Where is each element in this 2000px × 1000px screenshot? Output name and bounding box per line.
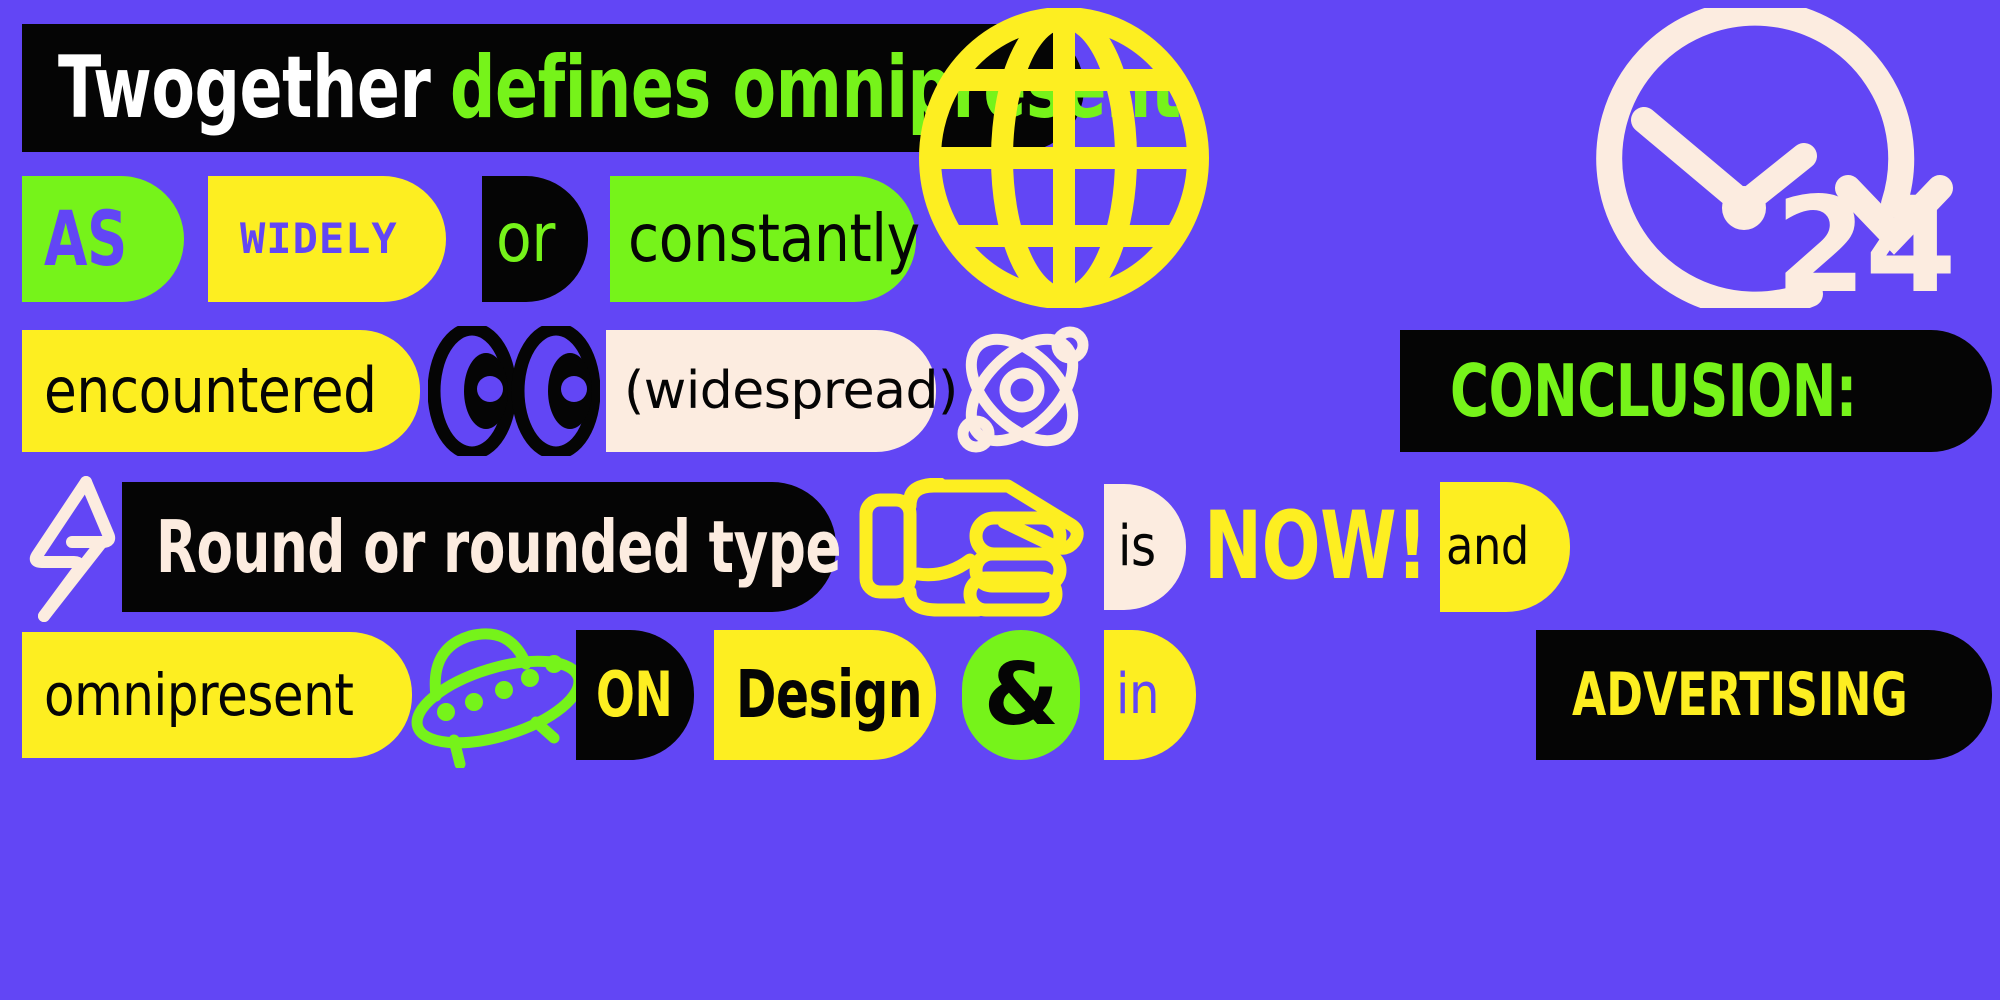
lightning-bolt-icon bbox=[29, 476, 116, 622]
tag-conclusion: CONCLUSION: bbox=[1400, 330, 1992, 452]
tag-ampersand: & bbox=[962, 630, 1080, 760]
tag-design: Design bbox=[714, 630, 936, 760]
tag-encountered: encountered bbox=[22, 330, 420, 452]
tag-as-label: AS bbox=[44, 194, 127, 283]
tag-or: or bbox=[482, 176, 588, 302]
tag-on: ON bbox=[576, 630, 694, 760]
globe-icon bbox=[919, 8, 1209, 308]
tag-is: is bbox=[1104, 484, 1186, 610]
clock-number-24: 24 bbox=[1775, 169, 1957, 323]
tag-widespread-label: (widespread) bbox=[624, 361, 958, 421]
bolt-icon-wrap bbox=[20, 474, 130, 624]
tag-advertising-label: ADVERTISING bbox=[1572, 660, 1908, 730]
tag-round-type: Round or rounded type bbox=[122, 482, 842, 612]
tag-ampersand-label: & bbox=[983, 645, 1059, 745]
tag-widespread: (widespread) bbox=[606, 330, 958, 452]
clock-number-wrap: 24 bbox=[1775, 169, 2000, 323]
tag-constantly-label: constantly bbox=[628, 200, 920, 277]
tag-omnipresent: omnipresent bbox=[22, 632, 412, 758]
tag-design-label: Design bbox=[736, 656, 923, 733]
ufo-icon bbox=[411, 628, 585, 768]
tag-in-label: in bbox=[1116, 662, 1160, 727]
tag-in: in bbox=[1104, 630, 1196, 760]
tag-and-label: and bbox=[1446, 517, 1529, 577]
tag-now-label: NOW! bbox=[1204, 492, 1428, 601]
atom-icon-wrap bbox=[952, 322, 1092, 458]
tag-advertising: ADVERTISING bbox=[1536, 630, 1992, 760]
eyes-icon bbox=[428, 326, 600, 456]
tag-conclusion-label: CONCLUSION: bbox=[1450, 349, 1857, 433]
tag-widely: WIDELY bbox=[208, 176, 446, 302]
tag-as: AS bbox=[22, 176, 184, 302]
eyes-icon-wrap bbox=[428, 326, 600, 456]
tag-round-type-label: Round or rounded type bbox=[156, 505, 842, 589]
tag-constantly: constantly bbox=[610, 176, 920, 302]
tag-widely-label: WIDELY bbox=[240, 214, 398, 263]
tag-encountered-label: encountered bbox=[44, 354, 377, 427]
globe-icon-wrap bbox=[918, 8, 1210, 308]
tag-now: NOW! bbox=[1204, 484, 1452, 610]
poster-canvas: Twogether defines omnipresent 24 AS WIDE… bbox=[0, 0, 2000, 1000]
ufo-icon-wrap bbox=[408, 622, 588, 768]
pointing-hand-icon bbox=[859, 478, 1084, 617]
tag-and: and bbox=[1440, 482, 1570, 612]
tag-is-label: is bbox=[1118, 514, 1156, 579]
tag-omnipresent-label: omnipresent bbox=[44, 661, 354, 729]
atom-icon bbox=[957, 326, 1089, 453]
tag-or-label: or bbox=[496, 199, 555, 278]
hand-icon-wrap bbox=[858, 478, 1090, 618]
headline-word-twogether: Twogether bbox=[58, 38, 431, 138]
tag-on-label: ON bbox=[596, 658, 673, 731]
